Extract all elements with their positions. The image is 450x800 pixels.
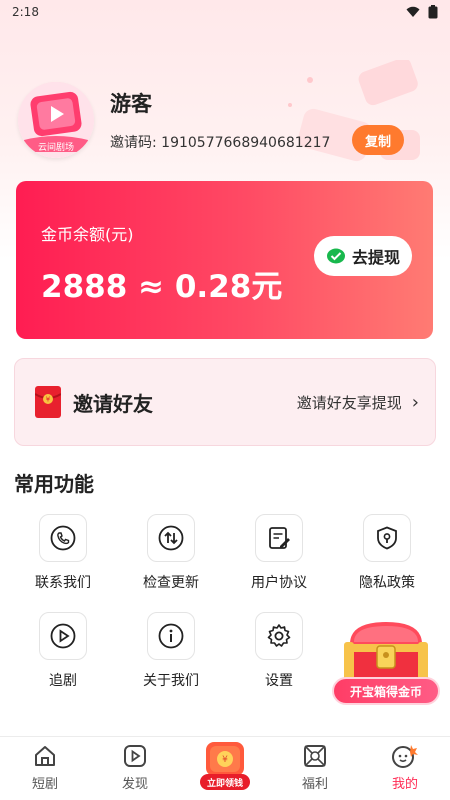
wechat-icon xyxy=(326,248,345,264)
feature-label: 关于我们 xyxy=(143,673,199,689)
wifi-icon xyxy=(406,6,420,17)
coin-balance-value: 2888 ≈ 0.28元 xyxy=(41,269,283,305)
invite-code-label: 邀请码: xyxy=(110,135,157,151)
nav-item-me[interactable]: 我的 xyxy=(360,737,450,800)
nav-item-welfare[interactable]: 福利 xyxy=(270,737,360,800)
avatar[interactable]: 云间剧场 xyxy=(18,82,94,158)
decoration-graphic xyxy=(288,60,420,162)
feature-label: 追剧 xyxy=(49,673,77,689)
feature-label: 用户协议 xyxy=(251,575,307,591)
nav-item-short-drama[interactable]: 短剧 xyxy=(0,737,90,800)
treasure-label[interactable]: 开宝箱得金币 xyxy=(332,677,440,705)
invite-code-line: 邀请码: 1910577668940681217 xyxy=(110,132,330,152)
coin-balance-label: 金币余额(元) xyxy=(41,225,134,244)
feature-contact-us[interactable]: 联系我们 xyxy=(7,514,119,592)
feature-label: 联系我们 xyxy=(35,575,91,591)
feature-about-us[interactable]: 关于我们 xyxy=(115,612,227,690)
svg-text:立即领钱: 立即领钱 xyxy=(207,777,243,789)
feature-label: 检查更新 xyxy=(143,575,199,591)
privacy-icon xyxy=(377,526,397,550)
nav-label: 福利 xyxy=(301,777,328,792)
feature-user-agreement[interactable]: 用户协议 xyxy=(223,514,335,592)
chevron-right-icon: › xyxy=(411,391,419,413)
nav-label: 我的 xyxy=(391,777,418,792)
invite-friends-row[interactable]: ¥ 邀请好友 邀请好友享提现 › xyxy=(14,358,436,446)
features-title: 常用功能 xyxy=(14,472,94,496)
discover-icon xyxy=(124,745,146,767)
gear-icon xyxy=(267,624,291,647)
red-envelope-icon: ¥ xyxy=(35,386,61,418)
play-icon xyxy=(50,623,76,649)
status-time: 2:18 xyxy=(12,5,39,19)
withdraw-button[interactable]: 去提现 xyxy=(314,236,412,276)
feature-privacy-policy[interactable]: 隐私政策 xyxy=(331,514,443,592)
svg-text:¥: ¥ xyxy=(222,755,228,765)
coin-balance-card: 金币余额(元) 2888 ≈ 0.28元 去提现 xyxy=(16,181,433,339)
phone-icon xyxy=(50,525,76,551)
info-icon xyxy=(158,623,184,649)
copy-button[interactable]: 复制 xyxy=(352,125,404,155)
feature-label: 设置 xyxy=(265,673,293,689)
invite-title: 邀请好友 xyxy=(73,391,153,416)
nav-item-discover[interactable]: 发现 xyxy=(90,737,180,800)
update-icon xyxy=(158,525,184,551)
feature-settings[interactable]: 设置 xyxy=(223,612,335,690)
status-bar: 2:18 xyxy=(0,0,450,24)
withdraw-label: 去提现 xyxy=(351,248,400,267)
feature-label: 隐私政策 xyxy=(359,575,415,591)
battery-icon xyxy=(428,5,438,19)
username: 游客 xyxy=(110,92,152,116)
home-icon xyxy=(35,746,55,766)
claim-money-icon[interactable]: ¥ 立即领钱 xyxy=(198,740,252,794)
feature-watch-series[interactable]: 追剧 xyxy=(7,612,119,690)
feature-check-update[interactable]: 检查更新 xyxy=(115,514,227,592)
nav-label: 发现 xyxy=(121,777,148,792)
welfare-icon xyxy=(304,745,326,767)
svg-text:¥: ¥ xyxy=(46,396,51,404)
nav-label: 短剧 xyxy=(31,777,58,792)
agreement-icon xyxy=(269,527,290,549)
svg-text:云间剧场: 云间剧场 xyxy=(38,141,74,153)
app-logo-icon: 云间剧场 xyxy=(18,82,94,158)
invite-subtitle: 邀请好友享提现 xyxy=(296,393,402,412)
invite-code-value: 1910577668940681217 xyxy=(161,135,331,151)
me-icon xyxy=(392,745,418,768)
